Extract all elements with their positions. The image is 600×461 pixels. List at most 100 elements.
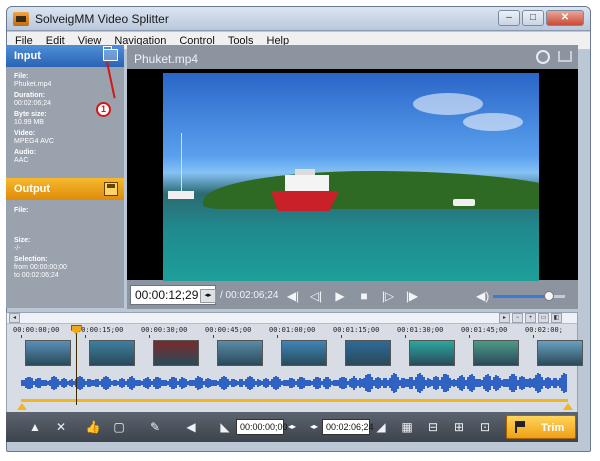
timeline-scrollbar[interactable]: ◂ ▸ − + ▭ ◧ bbox=[7, 313, 577, 324]
cloud bbox=[413, 93, 483, 115]
set-end-icon[interactable]: ◢ bbox=[372, 418, 390, 436]
cloud bbox=[463, 113, 523, 131]
bytesize-value: 10.99 MB bbox=[14, 119, 44, 126]
selection-start-marker[interactable] bbox=[17, 403, 27, 410]
start-time-spinner[interactable]: ◂▸ bbox=[286, 420, 298, 434]
timeline[interactable]: ◂ ▸ − + ▭ ◧ 00:00:00;00 00:00:15;00 00:00:… bbox=[6, 312, 583, 413]
end-time-spinner[interactable]: ◂▸ bbox=[308, 420, 320, 434]
sailboat-mast bbox=[181, 133, 182, 193]
start-time-field[interactable]: 00:00:00;00 bbox=[236, 419, 288, 435]
play-icon[interactable]: ▶ bbox=[332, 288, 348, 304]
volume-knob[interactable] bbox=[544, 291, 555, 301]
file-info-panel: Input File: Phuket.mp4 Duration: 00:02:0… bbox=[6, 45, 124, 308]
input-info: File: Phuket.mp4 Duration: 00:02:06;24 B… bbox=[14, 73, 122, 168]
output-file-key: File: bbox=[14, 207, 29, 214]
export-icon[interactable]: ⊡ bbox=[476, 418, 494, 436]
video-value: MPEG4 AVC bbox=[14, 138, 54, 145]
fit-zoom-icon[interactable]: ▭ bbox=[538, 313, 549, 323]
volume-slider[interactable] bbox=[493, 291, 565, 301]
add-marker-icon[interactable]: ▲ bbox=[26, 418, 44, 436]
output-size-key: Size: bbox=[14, 237, 31, 244]
timecode-value: 00:00:12;29 bbox=[135, 288, 199, 302]
video-display[interactable] bbox=[127, 69, 578, 281]
edit-icon[interactable]: ✎ bbox=[146, 418, 164, 436]
thumbs-up-icon[interactable]: 👍 bbox=[84, 418, 102, 436]
scroll-right-button[interactable]: ▸ bbox=[499, 313, 510, 323]
camera-icon[interactable] bbox=[536, 50, 550, 64]
skip-forward-icon[interactable]: |▶ bbox=[404, 288, 420, 304]
volume-fill bbox=[493, 295, 550, 298]
volume-icon[interactable]: ◀) bbox=[476, 288, 492, 304]
tick-label: 00:01:45;00 bbox=[461, 326, 508, 334]
cart-icon[interactable] bbox=[558, 51, 572, 62]
end-time-field[interactable]: 00:02:06;24 bbox=[322, 419, 374, 435]
trim-button[interactable]: Trim bbox=[506, 415, 576, 439]
title-bar: SolveigMM Video Splitter – □ ✕ bbox=[7, 7, 590, 31]
video-panel: Phuket.mp4 00:00:12;29 ◂▸ / 00:02:06;24 … bbox=[127, 45, 578, 309]
tick-mark bbox=[277, 335, 278, 338]
file-value: Phuket.mp4 bbox=[14, 81, 52, 88]
selection-to-label: to bbox=[14, 272, 20, 279]
frame-thumbnail bbox=[89, 340, 135, 366]
zoom-in-icon[interactable]: + bbox=[525, 313, 536, 323]
cut-icon[interactable]: ⊞ bbox=[450, 418, 468, 436]
selection-key: Selection: bbox=[14, 256, 48, 263]
tick-mark bbox=[85, 335, 86, 338]
folder-icon[interactable] bbox=[103, 46, 118, 61]
flag-icon bbox=[515, 421, 525, 433]
toggle-view-icon[interactable]: ◧ bbox=[551, 313, 562, 323]
set-start-icon[interactable]: ◣ bbox=[216, 418, 234, 436]
film-icon[interactable]: ▦ bbox=[398, 418, 416, 436]
selection-end-marker[interactable] bbox=[563, 403, 573, 410]
video-frame bbox=[163, 73, 539, 281]
audio-waveform bbox=[7, 371, 577, 395]
playback-controls: 00:00:12;29 ◂▸ / 00:02:06;24 ◀| ◁| ▶ ■ |… bbox=[127, 283, 578, 309]
sailboat bbox=[168, 191, 194, 199]
frame-thumbnail bbox=[409, 340, 455, 366]
video-file-title: Phuket.mp4 bbox=[134, 52, 199, 66]
callout-number: 1 bbox=[96, 102, 111, 117]
tick-mark bbox=[21, 335, 22, 338]
island bbox=[203, 171, 539, 209]
remove-marker-icon[interactable]: ✕ bbox=[52, 418, 70, 436]
mute-icon[interactable]: ◀ bbox=[182, 418, 200, 436]
tick-label: 00:02:00; bbox=[525, 326, 563, 334]
frame-thumbnail bbox=[537, 340, 583, 366]
tick-mark bbox=[341, 335, 342, 338]
input-label: Input bbox=[14, 50, 41, 62]
small-boat bbox=[453, 199, 475, 206]
output-size-value: -/- bbox=[14, 245, 21, 252]
step-back-icon[interactable]: ◁| bbox=[308, 288, 324, 304]
comment-icon[interactable]: ▢ bbox=[110, 418, 128, 436]
current-timecode[interactable]: 00:00:12;29 ◂▸ bbox=[130, 285, 216, 305]
app-logo-icon bbox=[13, 12, 29, 26]
time-ruler: 00:00:00;00 00:00:15;00 00:00:30;00 00:00:4… bbox=[7, 325, 577, 338]
tick-mark bbox=[469, 335, 470, 338]
video-key: Video: bbox=[14, 130, 36, 137]
selection-to-value: 00:02:06;24 bbox=[21, 272, 59, 279]
trim-label: Trim bbox=[541, 422, 565, 434]
thumbnail-strip bbox=[7, 340, 583, 368]
close-button[interactable]: ✕ bbox=[546, 10, 584, 26]
scroll-left-button[interactable]: ◂ bbox=[9, 313, 20, 323]
tick-mark bbox=[213, 335, 214, 338]
tick-mark bbox=[405, 335, 406, 338]
window-title: SolveigMM Video Splitter bbox=[35, 12, 169, 26]
audio-key: Audio: bbox=[14, 149, 37, 156]
zoom-out-icon[interactable]: − bbox=[512, 313, 523, 323]
stop-icon[interactable]: ■ bbox=[356, 288, 372, 304]
output-header: Output bbox=[6, 178, 124, 200]
timecode-spinner[interactable]: ◂▸ bbox=[200, 289, 216, 303]
skip-back-icon[interactable]: ◀| bbox=[285, 288, 301, 304]
output-label: Output bbox=[14, 183, 51, 195]
step-forward-icon[interactable]: |▷ bbox=[380, 288, 396, 304]
maximize-button[interactable]: □ bbox=[522, 10, 544, 26]
tick-mark bbox=[149, 335, 150, 338]
split-icon[interactable]: ⊟ bbox=[424, 418, 442, 436]
selection-bar[interactable] bbox=[21, 399, 568, 402]
save-icon[interactable] bbox=[104, 182, 118, 196]
minimize-button[interactable]: – bbox=[498, 10, 520, 26]
tick-label: 00:00:45;00 bbox=[205, 326, 252, 334]
playhead-line bbox=[75, 327, 77, 405]
audio-value: AAC bbox=[14, 157, 29, 164]
